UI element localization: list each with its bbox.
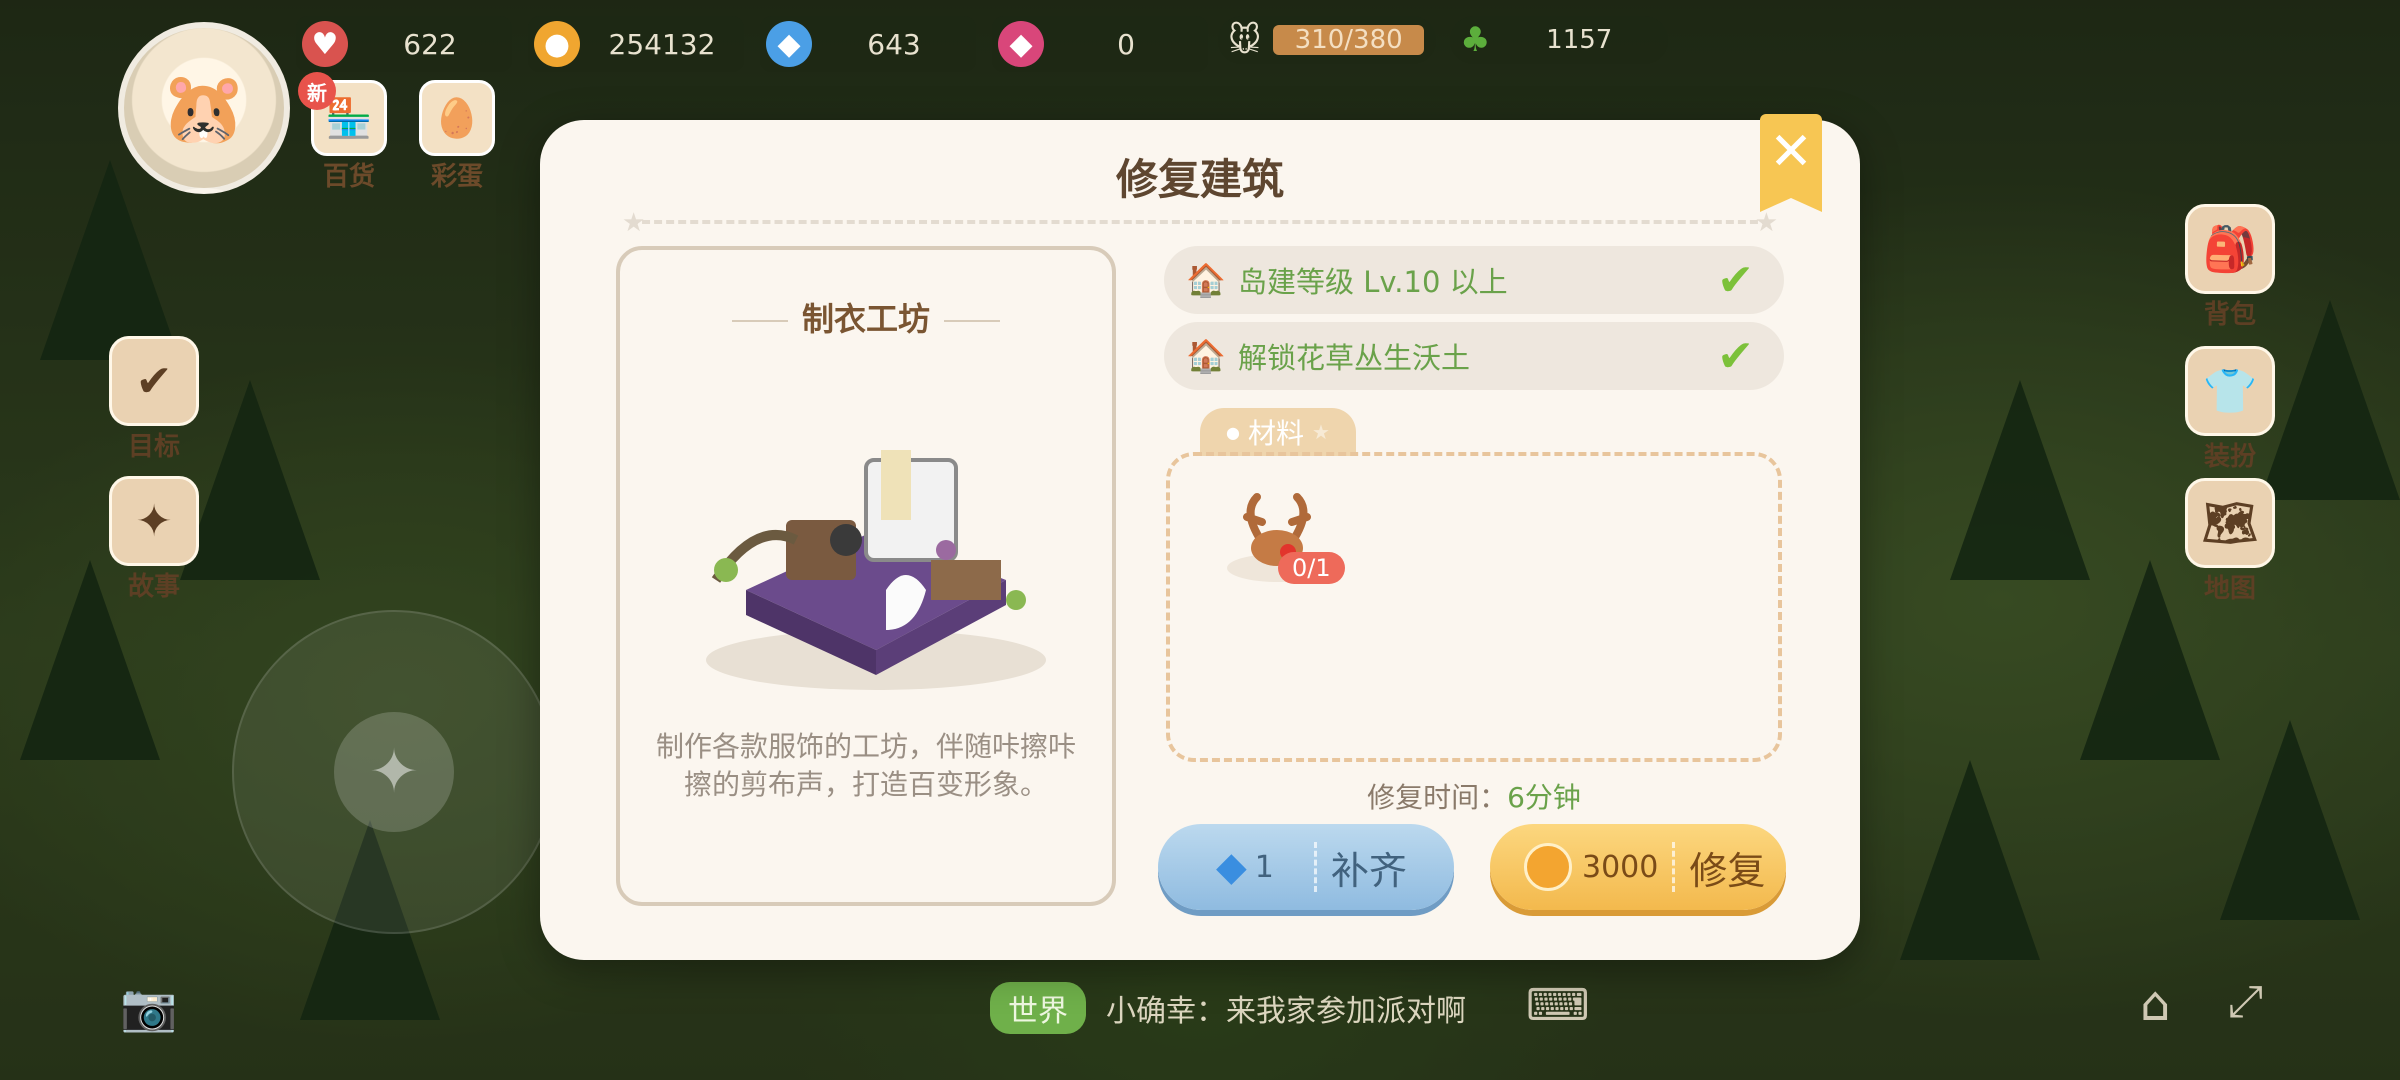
coins-value: 254132	[608, 27, 716, 61]
building-card: 制衣工坊 制作各款服饰的工坊，伴随咔擦咔擦的剪布声，打造百变形象。	[616, 246, 1116, 906]
dialog-title: 修复建筑	[1115, 155, 1284, 204]
energy-value: 310/380	[1273, 25, 1424, 55]
hamster-icon: 🐭	[1228, 21, 1262, 59]
building-description: 制作各款服饰的工坊，伴随咔擦咔擦的剪布声，打造百变形象。	[656, 730, 1077, 801]
tailor-workshop-image	[706, 450, 1046, 690]
easter-egg-button[interactable]: 🥚 彩蛋	[412, 80, 502, 193]
new-badge: 新	[298, 72, 336, 110]
repair-button[interactable]: 3000 修复	[1490, 824, 1786, 910]
ruby-plus-icon: ◆	[998, 21, 1044, 67]
hud-clover-bar[interactable]: ♣ 1157	[1450, 16, 1668, 64]
chat-bar[interactable]: 世界 小确幸：来我家参加派对啊	[990, 982, 1466, 1034]
fill-label: 补齐	[1330, 848, 1407, 893]
dot-icon: ●	[1226, 422, 1240, 442]
clover-value: 1157	[1546, 25, 1613, 55]
goals-button[interactable]: ✔ 目标	[104, 336, 204, 463]
story-book-icon: ✦	[109, 476, 199, 566]
unlock-house-icon: 🏠	[1186, 337, 1226, 375]
requirement-unlock-land: 🏠 解锁花草丛生沃土 ✔	[1164, 322, 1784, 390]
fill-materials-button[interactable]: ◆ 1 补齐	[1158, 824, 1454, 910]
goals-label: 目标	[127, 432, 180, 462]
requirement-text: 解锁花草丛生沃土	[1238, 341, 1471, 375]
materials-box: 0/1	[1166, 452, 1782, 762]
repair-time-label: 修复时间：	[1367, 781, 1508, 814]
hud-resource-gems[interactable]: ◆ 643	[760, 16, 976, 72]
easter-egg-label: 彩蛋	[430, 162, 483, 192]
shop-label: 百货	[322, 162, 375, 192]
hearts-value: 622	[403, 27, 457, 61]
repair-time: 修复时间：6分钟	[1166, 776, 1782, 816]
repair-cost: 3000	[1582, 849, 1659, 885]
close-button[interactable]: ✕	[1760, 114, 1822, 212]
repair-building-dialog: 修复建筑 ✕ ★ ★ 制衣工坊 制作各款服饰的工坊，伴随咔擦咔擦的剪布声，打造百变…	[540, 114, 1860, 960]
star-icon: ★	[1312, 420, 1330, 444]
coin-icon: ●	[534, 21, 580, 67]
compass-icon[interactable]: ✦	[334, 712, 454, 832]
hud-resource-rubies[interactable]: ◆ 0	[992, 16, 1208, 72]
story-label: 故事	[127, 572, 180, 602]
fullscreen-icon[interactable]: ⤢	[2228, 976, 2263, 1027]
coin-icon	[1524, 843, 1572, 891]
material-count: 0/1	[1278, 552, 1345, 584]
check-icon: ✔	[1717, 254, 1754, 306]
shop-button[interactable]: 🏪 新 百货	[298, 72, 394, 193]
outfit-label: 装扮	[2203, 442, 2256, 472]
keyboard-icon[interactable]: ⌨	[1526, 980, 1590, 1031]
materials-tab-label: 材料	[1248, 417, 1305, 450]
clover-icon: ♣	[1460, 20, 1491, 60]
backpack-icon: 🎒	[2185, 204, 2275, 294]
rubies-value: 0	[1117, 27, 1135, 61]
fill-cost: 1	[1254, 849, 1274, 885]
camera-icon[interactable]: 📷	[120, 980, 177, 1035]
player-avatar[interactable]: 🐹	[118, 22, 290, 194]
hud-resource-coins[interactable]: ● 254132	[528, 16, 744, 72]
virtual-joystick[interactable]: ✦	[232, 610, 556, 934]
backpack-label: 背包	[2203, 300, 2256, 330]
building-name: 制衣工坊	[620, 294, 1112, 340]
gem-icon: ◆	[1216, 844, 1247, 890]
egg-icon: 🥚	[419, 80, 495, 156]
home-icon[interactable]: ⌂	[2140, 976, 2170, 1032]
story-button[interactable]: ✦ 故事	[104, 476, 204, 603]
backpack-button[interactable]: 🎒 背包	[2180, 204, 2280, 331]
outfit-button[interactable]: 👕 装扮	[2180, 346, 2280, 473]
close-icon: ✕	[1769, 122, 1813, 182]
hud-resource-hearts[interactable]: ♥ 622	[296, 16, 512, 72]
chat-message: 小确幸：来我家参加派对啊	[1106, 994, 1466, 1029]
gem-plus-icon: ◆	[766, 21, 812, 67]
check-icon: ✔	[1717, 330, 1754, 382]
gems-value: 643	[867, 27, 921, 61]
hud-energy-bar[interactable]: 🐭 310/380	[1218, 16, 1436, 64]
island-house-icon: 🏠	[1186, 261, 1226, 299]
title-divider: ★ ★	[622, 208, 1778, 238]
requirement-island-level: 🏠 岛建等级 Lv.10 以上 ✔	[1164, 246, 1784, 314]
map-label: 地图	[2203, 574, 2256, 604]
outfit-icon: 👕	[2185, 346, 2275, 436]
button-separator	[1313, 842, 1317, 892]
chat-channel[interactable]: 世界	[990, 982, 1086, 1034]
map-button[interactable]: 🗺 地图	[2180, 478, 2280, 605]
materials-tab: ● 材料 ★	[1200, 408, 1356, 456]
button-separator	[1672, 842, 1676, 892]
heart-plus-icon: ♥	[302, 21, 348, 67]
map-icon: 🗺	[2185, 478, 2275, 568]
target-checklist-icon: ✔	[109, 336, 199, 426]
repair-time-value: 6分钟	[1507, 781, 1581, 814]
requirement-text: 岛建等级 Lv.10 以上	[1238, 265, 1508, 299]
repair-label: 修复	[1689, 848, 1766, 893]
